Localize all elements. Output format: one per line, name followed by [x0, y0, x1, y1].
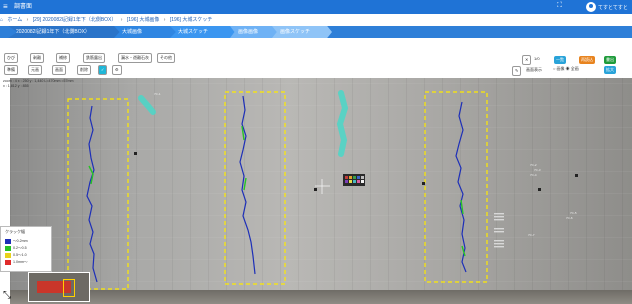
- step-bar: 2020082l記録1年下（北側BOX） 大城画像 大城スケッチ 画像画像 画像…: [0, 26, 632, 38]
- display-radio-group[interactable]: ○ 画像 ◉ 全画: [553, 66, 579, 72]
- target-mark: [134, 152, 137, 155]
- select-icon[interactable]: ✓: [98, 65, 108, 75]
- canvas-label-4: 7C-4: [530, 173, 537, 177]
- step-sketch-2[interactable]: 画像スケッチ: [272, 26, 332, 38]
- tool-leak[interactable]: 漏水・遊離石灰: [118, 53, 152, 63]
- user-name[interactable]: てすとてすと: [598, 4, 628, 11]
- hamburger-icon[interactable]: ≡: [3, 2, 8, 12]
- tool-rebar[interactable]: 鉄筋露出: [83, 53, 105, 63]
- canvas-label-7: 7C-7: [528, 233, 535, 237]
- close-icon[interactable]: ✕: [522, 55, 532, 65]
- crosshair-icon: [315, 179, 330, 194]
- pen-icon[interactable]: ✎: [512, 66, 522, 76]
- target-mark: [538, 188, 541, 191]
- breadcrumb-images[interactable]: [196] 大城画像: [127, 17, 160, 23]
- legend-row: 1.0mm～: [5, 259, 28, 265]
- breadcrumb-separator: ›: [120, 17, 123, 23]
- breadcrumb: ⌂ ホーム › [29] 2020082l記録1年下（北側BOX） › [196…: [0, 15, 632, 25]
- user-avatar-icon[interactable]: [586, 2, 596, 12]
- target-mark: [422, 182, 425, 185]
- tool-repair[interactable]: 補修: [56, 53, 70, 63]
- tool-other[interactable]: その他: [157, 53, 175, 63]
- expand-icon[interactable]: ⛶: [557, 2, 562, 10]
- canvas-label-5: 7C-5: [570, 211, 577, 215]
- coordinate-readout: zoom : 4 x : 250 y : 1,440 L=470mm =57mm…: [3, 79, 74, 88]
- target-mark: [575, 174, 578, 177]
- coordinate-line-1: zoom : 4 x : 250 y : 1,440 L=470mm =57mm: [3, 79, 74, 83]
- crack-segment-3[interactable]: [243, 177, 247, 191]
- display-label: 画面表示: [526, 67, 542, 72]
- legend-title: クラック幅: [5, 229, 25, 234]
- legend-row: 0.5～1.0: [5, 252, 27, 258]
- breadcrumb-project[interactable]: [29] 2020082l記録1年下（北側BOX）: [33, 17, 117, 23]
- tool-delete[interactable]: 削除: [77, 65, 91, 75]
- crack-line-1[interactable]: [86, 105, 98, 283]
- canvas-text-marks: 7C-1 7C-2 7C-3 7C-4 7C-5 7C-6 7C-7: [154, 92, 577, 237]
- overview-thumbnail[interactable]: [28, 272, 90, 302]
- canvas-label-1: 7C-1: [154, 92, 161, 96]
- target-mark: [314, 188, 317, 191]
- canvas-label-6: 7C-6: [566, 216, 573, 220]
- tool-original[interactable]: 元画: [28, 65, 42, 75]
- radio-image[interactable]: ○ 画像: [553, 66, 565, 71]
- region-box-right[interactable]: [424, 91, 488, 283]
- sketch-canvas[interactable]: 7C-1 7C-2 7C-3 7C-4 7C-5 7C-6 7C-7: [10, 78, 632, 304]
- tool-peel[interactable]: 剥離: [30, 53, 44, 63]
- legend-row: 0.2～0.5: [5, 245, 27, 251]
- tool-screen[interactable]: 画面: [52, 65, 66, 75]
- canvas-label-2: 7C-2: [530, 163, 537, 167]
- leak-mark-2[interactable]: [336, 90, 349, 157]
- annotation-layer: 7C-1 7C-2 7C-3 7C-4 7C-5 7C-6 7C-7: [67, 90, 578, 290]
- region-box-left[interactable]: [67, 98, 129, 290]
- crack-line-2[interactable]: [239, 95, 256, 275]
- page-title: 調書面: [14, 4, 33, 10]
- reload-button[interactable]: 再読込: [579, 56, 595, 64]
- breadcrumb-separator: ›: [26, 17, 29, 23]
- canvas-label-3: 7C-3: [534, 168, 541, 172]
- thumbnail-viewport[interactable]: [63, 279, 75, 297]
- breadcrumb-sketch: [196] 大城スケッチ: [169, 17, 213, 23]
- settings-icon[interactable]: ⚙: [112, 65, 122, 75]
- crack-width-legend: クラック幅 ～0.2mm 0.2～0.5 0.5～1.0 1.0mm～: [0, 226, 52, 272]
- legend-row: ～0.2mm: [5, 238, 28, 244]
- crack-segment-1[interactable]: [88, 165, 94, 185]
- export-button[interactable]: 書出: [604, 56, 616, 64]
- rebar-marks: [494, 213, 504, 248]
- zoom-button[interactable]: 拡大: [604, 66, 616, 74]
- list-button[interactable]: 一覧: [554, 56, 566, 64]
- step-project[interactable]: 2020082l記録1年下（北側BOX）: [8, 26, 126, 38]
- breadcrumb-home[interactable]: ホーム: [7, 17, 22, 23]
- region-box-middle[interactable]: [224, 91, 286, 285]
- page-indicator: 1/0: [534, 56, 540, 61]
- tool-crack[interactable]: ひび: [4, 53, 18, 63]
- crack-line-3[interactable]: [455, 101, 467, 273]
- color-chart: [343, 174, 365, 186]
- tool-prepare[interactable]: 準備: [4, 65, 18, 75]
- title-bar: ≡ 調書面 ⛶ てすとてすと: [0, 0, 632, 14]
- coordinate-line-2: x : 1,812 y : 855: [3, 83, 29, 88]
- breadcrumb-separator: ›: [163, 17, 166, 23]
- radio-full[interactable]: ◉ 全画: [566, 66, 579, 71]
- home-icon[interactable]: ⌂: [0, 17, 3, 23]
- leak-mark-1[interactable]: [138, 95, 156, 115]
- collapse-arrow-icon[interactable]: ⤡: [3, 290, 11, 301]
